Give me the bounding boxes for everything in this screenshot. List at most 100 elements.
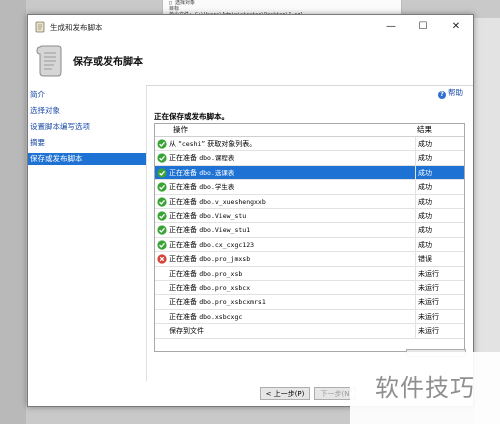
- row-object-name: ceshi: [181, 140, 202, 148]
- table-row[interactable]: 正在准备 dbo.学生表 成功: [155, 180, 464, 195]
- row-action-prefix: 从 “: [169, 140, 182, 148]
- table-row[interactable]: 正在准备 dbo.pro_jmxsb 错误: [155, 252, 464, 267]
- table-row[interactable]: 正在准备 dbo.xsbcxgc 未运行: [155, 309, 464, 325]
- sidebar-item-save-publish[interactable]: 保存或发布脚本: [28, 153, 146, 165]
- row-object-name: dbo.View_stu1: [199, 226, 251, 235]
- table-row[interactable]: 正在准备 dbo.课程表 成功: [155, 151, 464, 166]
- row-action-suffix: ” 获取对象列表。: [201, 140, 257, 148]
- table-row[interactable]: 正在准备 dbo.View_stu1 成功: [155, 223, 464, 238]
- row-action-prefix: 正在准备: [169, 197, 200, 206]
- sidebar-item-intro[interactable]: 简介: [28, 89, 146, 101]
- row-object-name: dbo.课程表: [199, 154, 235, 163]
- sidebar-item-select-objects[interactable]: 选择对象: [28, 105, 146, 117]
- row-action: 正在准备 dbo.cx_cxgc123: [169, 238, 254, 252]
- success-check-icon: [157, 182, 167, 192]
- error-x-icon: [157, 254, 167, 264]
- row-object-name: dbo.pro_jmxsb: [199, 255, 251, 264]
- table-row[interactable]: 保存到文件 未运行: [155, 324, 464, 339]
- page-title: 保存或发布脚本: [73, 57, 143, 68]
- row-result: 未运行: [415, 324, 464, 339]
- row-result: 成功: [415, 137, 464, 151]
- row-result: 成功: [415, 194, 464, 209]
- row-result: 成功: [415, 165, 464, 180]
- table-row[interactable]: 正在准备 dbo.v_xueshengxxb 成功: [155, 194, 464, 209]
- row-action: 正在准备 dbo.View_stu: [169, 209, 246, 223]
- row-object-name: dbo.xsbcxgc: [199, 312, 243, 321]
- maximize-button[interactable]: ☐: [408, 18, 438, 36]
- script-scroll-icon: [36, 45, 62, 77]
- status-heading: 正在保存或发布脚本。: [154, 112, 229, 121]
- success-check-icon: [157, 211, 167, 221]
- row-action: 正在准备 dbo.v_xueshengxxb: [169, 195, 266, 209]
- success-check-icon: [157, 196, 167, 207]
- row-result: 未运行: [415, 281, 464, 295]
- success-check-icon: [157, 225, 167, 235]
- row-result: 未运行: [415, 309, 464, 324]
- row-action-prefix: 正在准备: [169, 269, 200, 278]
- row-action: 正在准备 dbo.View_stu1: [169, 223, 250, 237]
- background-window-left: [0, 0, 26, 424]
- generate-scripts-dialog: 生成和发布脚本 — ☐ ✕ 保存或发布脚本 简介 选择对象 设置脚本编写选项 摘…: [27, 14, 474, 407]
- row-action-prefix: 保存到文件: [169, 327, 204, 336]
- row-object-name: dbo.选课表: [199, 168, 235, 177]
- row-action: 正在准备 dbo.学生表: [169, 180, 234, 194]
- row-action: 正在准备 dbo.选课表: [169, 166, 234, 180]
- help-link[interactable]: ? 帮助: [438, 87, 463, 99]
- row-action: 正在准备 dbo.pro_xsbcxmrs1: [169, 295, 266, 309]
- column-header-action[interactable]: 操作: [173, 124, 188, 136]
- row-result: 成功: [415, 223, 464, 238]
- row-action-prefix: 正在准备: [169, 183, 200, 192]
- help-icon: ?: [438, 91, 446, 99]
- minimize-button[interactable]: —: [376, 18, 406, 36]
- row-action-prefix: 正在准备: [169, 154, 200, 163]
- row-action-prefix: 正在准备: [169, 298, 200, 307]
- previous-button[interactable]: < 上一步(P): [260, 387, 310, 400]
- row-action-prefix: 正在准备: [169, 284, 200, 292]
- table-row[interactable]: 正在准备 dbo.pro_xsbcx 未运行: [155, 281, 464, 296]
- row-object-name: dbo.View_stu: [199, 212, 247, 220]
- row-result: 成功: [415, 180, 464, 195]
- row-result: 错误: [415, 252, 464, 267]
- row-action: 正在准备 dbo.pro_xsb: [169, 267, 242, 281]
- row-action-prefix: 正在准备: [169, 212, 200, 220]
- row-result: 未运行: [415, 295, 464, 310]
- sidebar-item-summary[interactable]: 摘要: [28, 137, 146, 149]
- row-result: 成功: [415, 151, 464, 166]
- row-object-name: dbo.pro_xsb: [199, 269, 243, 278]
- results-grid[interactable]: 操作 结果 从 “ceshi” 获取对象列表。 成功 正在准备 dbo.课程表 成功正…: [154, 123, 465, 352]
- row-action-prefix: 正在准备: [169, 312, 200, 321]
- table-row[interactable]: 正在准备 dbo.cx_cxgc123 成功: [155, 237, 464, 253]
- row-action-prefix: 正在准备: [169, 226, 200, 235]
- row-action: 保存到文件: [169, 324, 204, 338]
- grid-header: 操作 结果: [155, 124, 464, 137]
- table-row[interactable]: 正在准备 dbo.View_stu 成功: [155, 209, 464, 224]
- success-check-icon: [157, 168, 167, 178]
- title-bar[interactable]: 生成和发布脚本 — ☐ ✕: [28, 15, 473, 39]
- row-object-name: dbo.pro_xsbcxmrs1: [199, 298, 266, 307]
- row-result: 未运行: [415, 266, 464, 281]
- watermark-text: 软件技巧: [350, 352, 500, 424]
- help-label: 帮助: [448, 88, 463, 97]
- page-header: 保存或发布脚本: [28, 39, 473, 86]
- table-row[interactable]: 正在准备 dbo.选课表 成功: [155, 165, 464, 181]
- table-row[interactable]: 正在准备 dbo.pro_xsb 未运行: [155, 266, 464, 281]
- row-object-name: dbo.cx_cxgc123: [199, 240, 255, 249]
- row-action-prefix: 正在准备: [169, 255, 200, 264]
- sidebar-item-script-options[interactable]: 设置脚本编写选项: [28, 121, 146, 133]
- success-check-icon: [157, 139, 167, 149]
- row-result: 成功: [415, 209, 464, 223]
- row-action: 从 “ceshi” 获取对象列表。: [169, 137, 256, 151]
- close-button[interactable]: ✕: [441, 18, 471, 36]
- column-header-result[interactable]: 结果: [417, 124, 432, 136]
- row-action: 正在准备 dbo.课程表: [169, 151, 234, 165]
- success-check-icon: [157, 153, 167, 163]
- row-object-name: dbo.v_xueshengxxb: [199, 197, 266, 206]
- table-row[interactable]: 正在准备 dbo.pro_xsbcxmrs1 未运行: [155, 295, 464, 310]
- row-object-name: dbo.学生表: [199, 183, 235, 192]
- row-action-prefix: 正在准备: [169, 168, 200, 177]
- row-object-name: dbo.pro_xsbcx: [199, 284, 251, 292]
- wizard-steps-sidebar: 简介 选择对象 设置脚本编写选项 摘要 保存或发布脚本: [28, 85, 147, 381]
- table-row[interactable]: 从 “ceshi” 获取对象列表。 成功: [155, 137, 464, 152]
- row-action: 正在准备 dbo.pro_xsbcx: [169, 281, 250, 295]
- row-action-prefix: 正在准备: [169, 240, 200, 249]
